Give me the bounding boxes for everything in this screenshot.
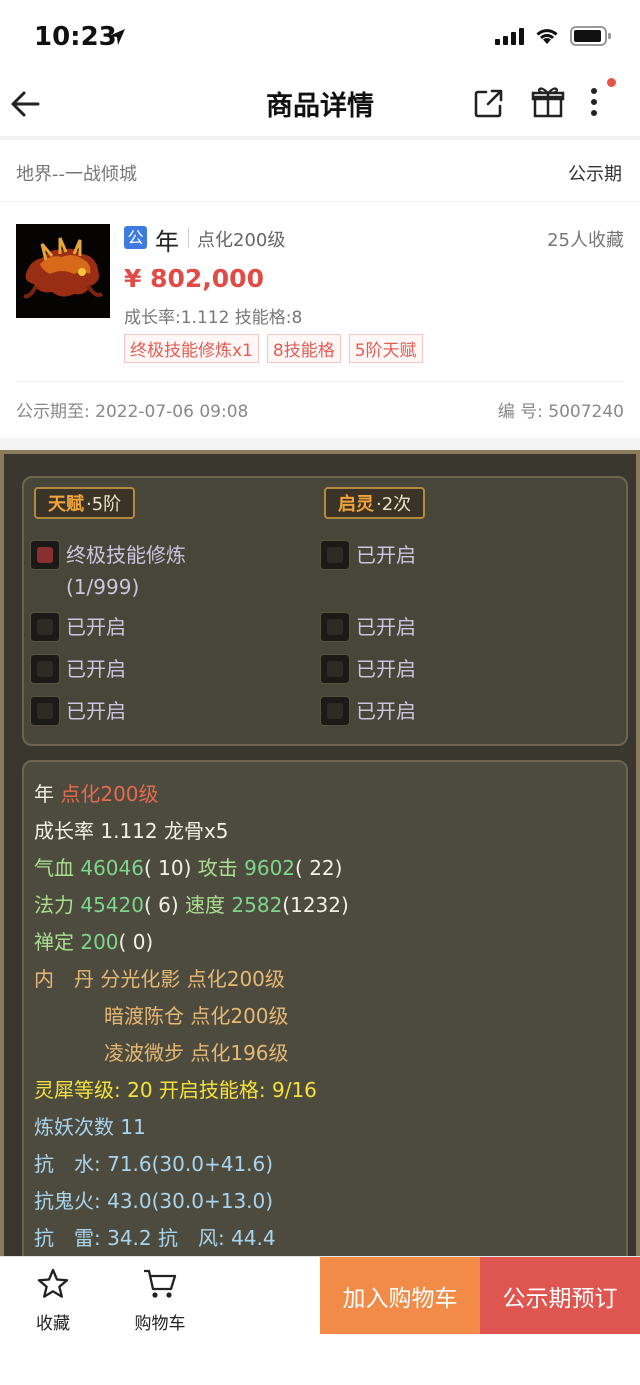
reserve-button[interactable]: 公示期预订: [480, 1257, 640, 1334]
awaken-header: 启灵 ·2次: [324, 487, 426, 519]
navigation-bar: 商品详情: [0, 72, 640, 136]
talent-slot[interactable]: 已开启: [30, 696, 126, 726]
stat-line-resist-fire: 抗鬼火: 43.0(30.0+13.0): [34, 1189, 274, 1213]
favorite-button[interactable]: 收藏: [30, 1267, 76, 1334]
star-icon: [37, 1268, 69, 1298]
tag: 5阶天赋: [348, 334, 423, 363]
divider: [16, 381, 624, 382]
talent-slot[interactable]: 已开启: [30, 654, 126, 684]
talent-header: 天赋 ·5阶: [34, 487, 136, 519]
share-icon[interactable]: [472, 86, 506, 120]
gift-icon[interactable]: [530, 84, 566, 120]
tag: 终极技能修炼x1: [124, 334, 259, 363]
stat-line-core: 暗渡陈仓 点化200级: [104, 1004, 289, 1028]
slot-icon: [30, 696, 60, 726]
bottom-action-bar: 收藏 购物车 加入购物车 公示期预订: [0, 1256, 640, 1385]
public-badge: 公: [124, 226, 147, 249]
awaken-slot[interactable]: 已开启: [320, 612, 416, 642]
cart-label: 购物车: [134, 1314, 186, 1334]
stat-line-refine: 炼妖次数 11: [34, 1115, 146, 1139]
slot-icon: [320, 612, 350, 642]
public-period-end: 公示期至: 2022-07-06 09:08: [16, 402, 249, 422]
awaken-slot[interactable]: 已开启: [320, 654, 416, 684]
tag: 8技能格: [266, 334, 341, 363]
stat-line-core: 凌波微步 点化196级: [104, 1041, 289, 1065]
tag-list: 终极技能修炼x1 8技能格 5阶天赋: [124, 334, 423, 363]
slot-icon: [30, 654, 60, 684]
pet-detail-panel: 天赋 ·5阶 启灵 ·2次 终极技能修炼 (1/999) 已开启 已开启 已开启…: [0, 450, 640, 1256]
notification-dot: [607, 78, 616, 87]
sale-status: 公示期: [568, 164, 622, 185]
awaken-slot[interactable]: 已开启: [320, 696, 416, 726]
stat-line-mp-speed: 法力 45420( 6) 速度 2582(1232): [34, 893, 349, 917]
divider: [188, 228, 189, 248]
favorite-label: 收藏: [36, 1314, 70, 1334]
pet-level: 点化200级: [197, 230, 286, 251]
wifi-icon: [536, 29, 558, 44]
stat-line-name: 年 点化200级: [34, 782, 159, 806]
price: ¥ 802,000: [124, 264, 264, 293]
pet-attributes: 成长率:1.112 技能格:8: [124, 308, 303, 328]
location-arrow-icon: [109, 29, 125, 45]
stat-line-resist-water: 抗 水: 71.6(30.0+41.6): [34, 1152, 274, 1176]
awaken-slot[interactable]: 已开启: [320, 540, 416, 570]
favorite-count: 25人收藏: [547, 230, 624, 251]
talent-slot-progress: (1/999): [66, 575, 140, 599]
status-bar: 10:23: [0, 0, 640, 72]
serial-number: 编 号: 5007240: [497, 402, 624, 422]
cart-button[interactable]: 购物车: [126, 1267, 194, 1334]
stat-line-lingxi: 灵犀等级: 20 开启技能格: 9/16: [34, 1078, 317, 1102]
pet-thumbnail[interactable]: [16, 224, 110, 318]
battery-icon: [570, 26, 611, 46]
cellular-signal-icon: [495, 27, 524, 45]
add-to-cart-button[interactable]: 加入购物车: [320, 1257, 480, 1334]
slot-icon: [320, 540, 350, 570]
slot-icon: [320, 696, 350, 726]
stat-line-hp-attack: 气血 46046( 10) 攻击 9602( 22): [34, 856, 343, 880]
skill-icon: [30, 540, 60, 570]
server-row: 地界--一战倾城 公示期: [0, 140, 640, 202]
server-name: 地界--一战倾城: [16, 164, 137, 185]
slot-icon: [320, 654, 350, 684]
stat-line-growth: 成长率 1.112 龙骨x5: [34, 819, 229, 843]
pet-name: 年: [155, 228, 179, 256]
more-options-icon[interactable]: [582, 84, 606, 120]
talent-slot[interactable]: 已开启: [30, 612, 126, 642]
talent-slot[interactable]: 终极技能修炼: [30, 540, 186, 570]
slot-icon: [30, 612, 60, 642]
stat-line-resist-thunder-wind: 抗 雷: 34.2 抗 风: 44.4: [34, 1226, 276, 1250]
status-time: 10:23: [34, 22, 117, 52]
stat-line-core: 内 丹 分光化影 点化200级: [34, 967, 285, 991]
divider: [0, 438, 640, 450]
shopping-cart-icon: [144, 1269, 177, 1298]
stat-line-meditation: 禅定 200( 0): [34, 930, 154, 954]
